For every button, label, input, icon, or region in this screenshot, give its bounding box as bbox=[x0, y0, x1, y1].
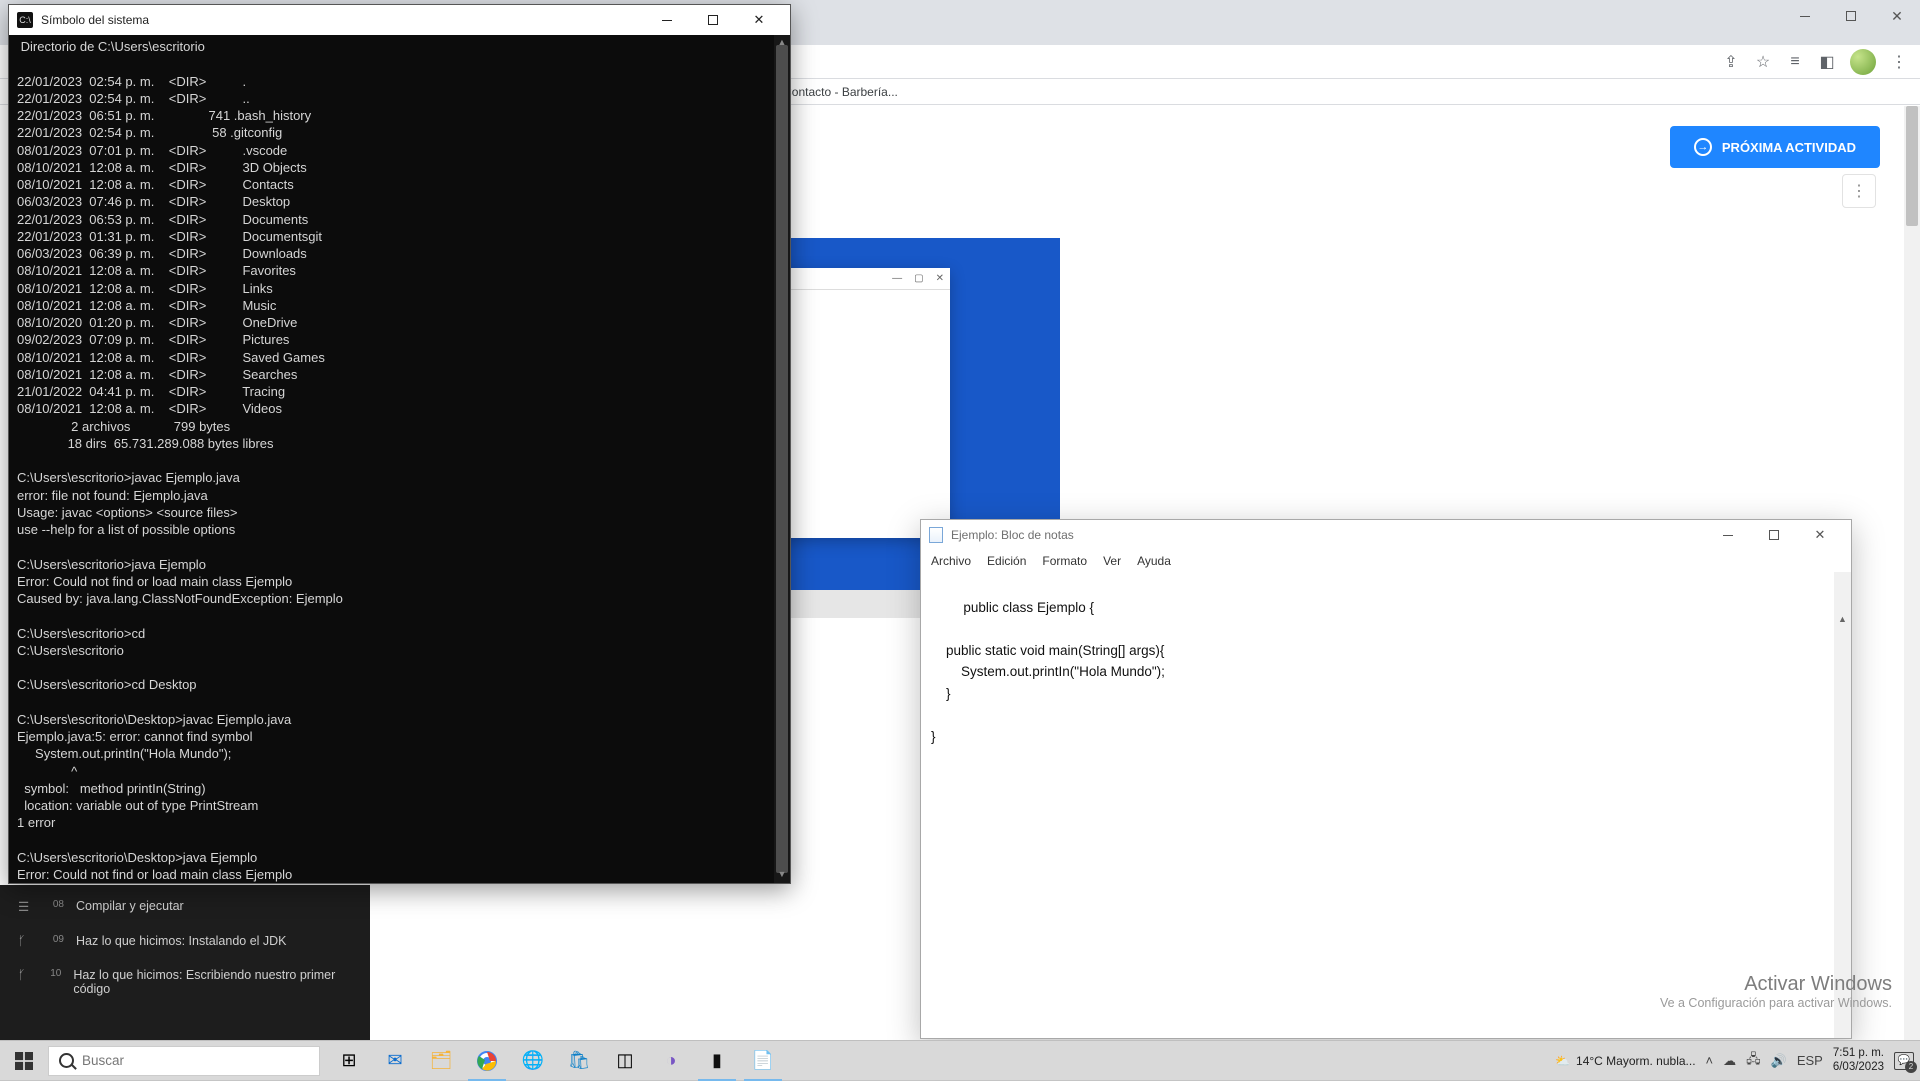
weather-text: 14°C Mayorm. nubla... bbox=[1576, 1054, 1696, 1068]
watermark-line2: Ve a Configuración para activar Windows. bbox=[1660, 996, 1892, 1010]
sidebar-index: 08 bbox=[46, 899, 64, 910]
cmd-app-icon: C:\ bbox=[17, 12, 33, 28]
weather-icon: ⛅ bbox=[1555, 1054, 1570, 1068]
sidebar-item[interactable]: ᚶ 10 Haz lo que hicimos: Escribiendo nue… bbox=[0, 958, 370, 1006]
cmd-taskbar-button[interactable]: ▮ bbox=[694, 1041, 740, 1081]
menu-ayuda[interactable]: Ayuda bbox=[1137, 554, 1171, 568]
clock-time: 7:51 p. m. bbox=[1833, 1047, 1884, 1060]
next-activity-label: PRÓXIMA ACTIVIDAD bbox=[1722, 140, 1856, 155]
system-tray[interactable]: ˄ ☁ 🖧 🔊 ESP bbox=[1706, 1050, 1823, 1072]
menu-archivo[interactable]: Archivo bbox=[931, 554, 971, 568]
action-center-button[interactable]: 💬2 bbox=[1894, 1052, 1914, 1070]
app-generic[interactable]: ◫ bbox=[602, 1041, 648, 1081]
taskbar-tray: ⛅ 14°C Mayorm. nubla... ˄ ☁ 🖧 🔊 ESP 7:51… bbox=[1555, 1041, 1920, 1080]
profile-avatar[interactable] bbox=[1850, 49, 1876, 75]
menu-ver[interactable]: Ver bbox=[1103, 554, 1121, 568]
notepad-text-area[interactable]: public class Ejemplo { public static voi… bbox=[921, 572, 1851, 1038]
notification-badge: 2 bbox=[1905, 1061, 1917, 1073]
taskbar-apps: ⊞ ✉ 🗂 🌐 🛍 ◫ ◑ ▮ 📄 bbox=[326, 1041, 786, 1080]
scrollbar-thumb[interactable] bbox=[1906, 106, 1918, 226]
page-options-button[interactable]: ⋮ bbox=[1842, 174, 1876, 208]
cmd-close-button[interactable]: ✕ bbox=[736, 5, 782, 35]
watermark-line1: Activar Windows bbox=[1660, 973, 1892, 996]
sidebar-item-label: Haz lo que hicimos: Instalando el JDK bbox=[76, 934, 287, 948]
taskbar-search-placeholder: Buscar bbox=[82, 1053, 124, 1068]
start-button[interactable] bbox=[0, 1041, 48, 1081]
network-icon[interactable]: 🖧 bbox=[1746, 1050, 1761, 1072]
scrollbar-thumb[interactable] bbox=[776, 45, 788, 873]
onedrive-icon[interactable]: ☁ bbox=[1723, 1053, 1736, 1069]
chrome-minimize-button[interactable] bbox=[1782, 0, 1828, 32]
branch-icon: ᚶ bbox=[18, 934, 34, 948]
notepad-title-text: Ejemplo: Bloc de notas bbox=[951, 528, 1074, 542]
clock-date: 6/03/2023 bbox=[1833, 1061, 1884, 1074]
windows-activation-watermark: Activar Windows Ve a Configuración para … bbox=[1660, 973, 1892, 1010]
sidebar-index: 09 bbox=[46, 934, 64, 945]
task-view-button[interactable]: ⊞ bbox=[326, 1041, 372, 1081]
bookmark-star-icon[interactable]: ☆ bbox=[1754, 53, 1772, 71]
chrome-app[interactable] bbox=[464, 1041, 510, 1081]
store-app[interactable]: 🛍 bbox=[556, 1041, 602, 1081]
cmd-window: C:\ Símbolo del sistema ✕ Directorio de … bbox=[8, 4, 791, 884]
windows-taskbar: Buscar ⊞ ✉ 🗂 🌐 🛍 ◫ ◑ ▮ 📄 ⛅ 14°C Mayorm. … bbox=[0, 1040, 1920, 1080]
windows-logo-icon bbox=[15, 1052, 33, 1070]
notepad-maximize-button[interactable] bbox=[1751, 520, 1797, 550]
notepad-scrollbar[interactable]: ▲ bbox=[1834, 572, 1851, 1038]
app-generic[interactable]: ◑ bbox=[648, 1041, 694, 1081]
branch-icon: ᚶ bbox=[18, 968, 33, 982]
sidebar-item-label: Haz lo que hicimos: Escribiendo nuestro … bbox=[73, 968, 352, 996]
notepad-close-button[interactable]: ✕ bbox=[1797, 520, 1843, 550]
sidebar-index: 10 bbox=[45, 968, 62, 979]
menu-formato[interactable]: Formato bbox=[1042, 554, 1087, 568]
notepad-taskbar-button[interactable]: 📄 bbox=[740, 1041, 786, 1081]
cmd-output[interactable]: Directorio de C:\Users\escritorio 22/01/… bbox=[9, 35, 790, 883]
cmd-minimize-button[interactable] bbox=[644, 5, 690, 35]
cmd-text: Directorio de C:\Users\escritorio 22/01/… bbox=[17, 39, 343, 883]
notepad-code: public class Ejemplo { public static voi… bbox=[931, 600, 1165, 744]
chrome-close-button[interactable]: ✕ bbox=[1874, 0, 1920, 32]
notepad-menubar: Archivo Edición Formato Ver Ayuda bbox=[921, 550, 1851, 572]
edge-app[interactable]: 🌐 bbox=[510, 1041, 556, 1081]
arrow-right-icon: → bbox=[1694, 138, 1712, 156]
weather-widget[interactable]: ⛅ 14°C Mayorm. nubla... bbox=[1555, 1054, 1695, 1068]
side-panel-icon[interactable]: ◧ bbox=[1818, 53, 1836, 71]
sidebar-item[interactable]: ☰ 08 Compilar y ejecutar bbox=[0, 889, 370, 924]
bookmark-label: Contacto - Barbería... bbox=[783, 85, 898, 99]
chrome-menu-icon[interactable]: ⋮ bbox=[1890, 53, 1908, 71]
cmd-maximize-button[interactable] bbox=[690, 5, 736, 35]
notepad-window: Ejemplo: Bloc de notas ✕ Archivo Edición… bbox=[920, 519, 1852, 1039]
sidebar-item[interactable]: ᚶ 09 Haz lo que hicimos: Instalando el J… bbox=[0, 924, 370, 958]
volume-icon[interactable]: 🔊 bbox=[1771, 1053, 1787, 1069]
list-icon: ☰ bbox=[18, 899, 34, 914]
menu-edicion[interactable]: Edición bbox=[987, 554, 1026, 568]
cmd-scrollbar[interactable]: ▲ ▼ bbox=[774, 35, 790, 883]
chrome-window-controls: ✕ bbox=[1782, 0, 1920, 32]
next-activity-button[interactable]: → PRÓXIMA ACTIVIDAD bbox=[1670, 126, 1880, 168]
chrome-maximize-button[interactable] bbox=[1828, 0, 1874, 32]
search-icon bbox=[59, 1053, 74, 1068]
notepad-app-icon bbox=[929, 527, 943, 543]
tray-chevron-icon[interactable]: ˄ bbox=[1706, 1053, 1714, 1068]
scroll-down-icon[interactable]: ▼ bbox=[774, 867, 790, 883]
taskbar-search[interactable]: Buscar bbox=[48, 1046, 320, 1076]
cmd-title-text: Símbolo del sistema bbox=[41, 13, 149, 27]
course-sidebar: ☰ 08 Compilar y ejecutar ᚶ 09 Haz lo que… bbox=[0, 885, 370, 1050]
cmd-titlebar[interactable]: C:\ Símbolo del sistema ✕ bbox=[9, 5, 790, 35]
mail-app[interactable]: ✉ bbox=[372, 1041, 418, 1081]
file-explorer-app[interactable]: 🗂 bbox=[418, 1041, 464, 1081]
scroll-up-icon[interactable]: ▲ bbox=[1834, 611, 1851, 628]
reading-list-icon[interactable]: ≡ bbox=[1786, 53, 1804, 71]
notepad-titlebar[interactable]: Ejemplo: Bloc de notas ✕ bbox=[921, 520, 1851, 550]
share-icon[interactable]: ⇪ bbox=[1722, 53, 1740, 71]
language-indicator[interactable]: ESP bbox=[1797, 1053, 1823, 1068]
sidebar-item-label: Compilar y ejecutar bbox=[76, 899, 184, 913]
taskbar-clock[interactable]: 7:51 p. m. 6/03/2023 bbox=[1833, 1047, 1884, 1073]
page-scrollbar[interactable] bbox=[1904, 106, 1920, 1050]
notepad-minimize-button[interactable] bbox=[1705, 520, 1751, 550]
chrome-icon bbox=[477, 1051, 497, 1071]
